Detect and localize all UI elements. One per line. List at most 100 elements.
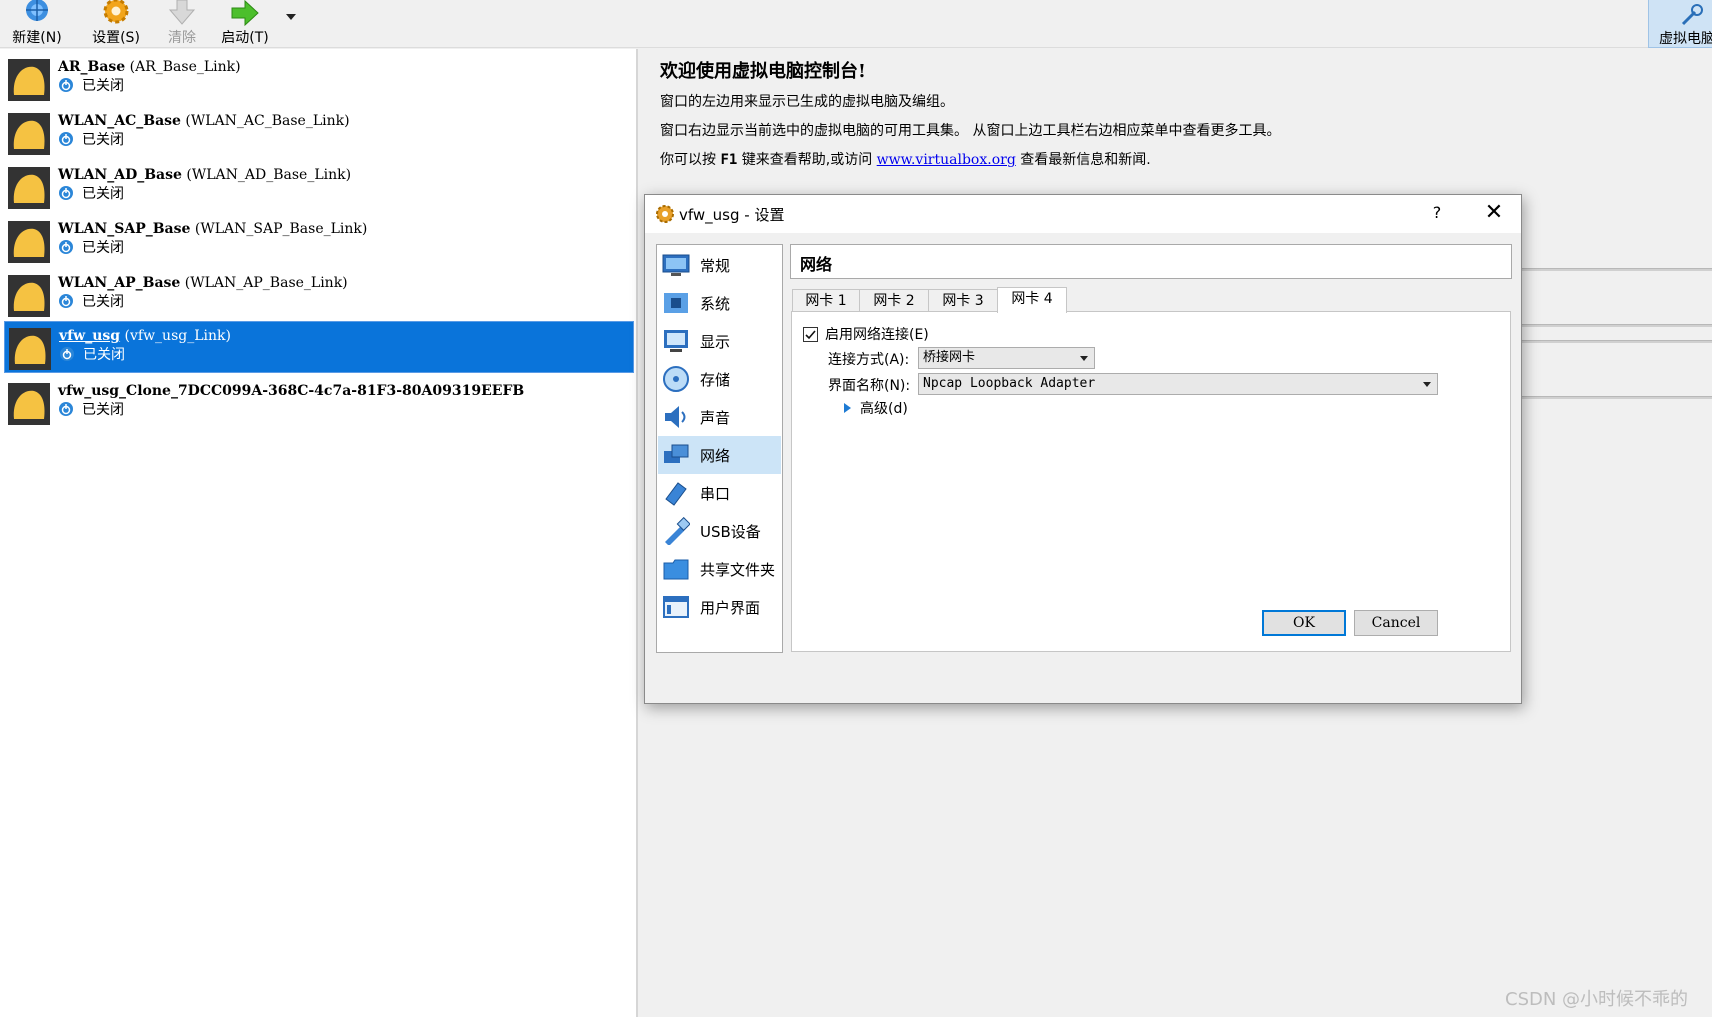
vm-state: 已关闭: [59, 344, 125, 364]
main-toolbar: 新建(N) 设置(S) 清除 启动(T) 虚拟电脑: [0, 0, 1712, 48]
welcome-line-1: 窗口的左边用来显示已生成的虚拟电脑及编组。: [660, 94, 954, 110]
vm-os-icon: [8, 275, 50, 317]
category-system[interactable]: 系统: [658, 284, 781, 322]
welcome-title: 欢迎使用虚拟电脑控制台!: [660, 61, 866, 82]
discard-button[interactable]: 清除: [160, 0, 204, 48]
watermark: CSDN @小时候不乖的: [1505, 989, 1689, 1010]
power-off-icon: [59, 294, 73, 308]
discard-arrow-icon: [168, 0, 196, 25]
enable-network-row: 启用网络连接(E): [803, 324, 929, 344]
vm-name: vfw_usg_Clone_7DCC099A-368C-4c7a-81F3-80…: [58, 383, 525, 399]
category-audio[interactable]: 声音: [658, 398, 781, 436]
chevron-down-icon: [1423, 382, 1431, 387]
advanced-toggle[interactable]: 高级(d): [844, 398, 908, 418]
general-monitor-icon: [662, 254, 690, 276]
user-interface-icon: [663, 596, 689, 618]
settings-button[interactable]: 设置(S): [86, 0, 146, 48]
serial-port-icon: [665, 482, 687, 506]
vm-os-icon: [8, 167, 50, 209]
start-button[interactable]: 启动(T): [216, 0, 274, 48]
category-usb[interactable]: USB设备: [658, 512, 781, 550]
interface-name-select[interactable]: Npcap Loopback Adapter: [918, 373, 1438, 395]
start-arrow-icon: [231, 0, 259, 27]
dialog-title: vfw_usg - 设置: [679, 206, 785, 224]
category-serial-ports[interactable]: 串口: [658, 474, 781, 512]
background-divider: [1518, 268, 1712, 271]
virtualbox-link[interactable]: www.virtualbox.org: [877, 152, 1016, 168]
vm-name: WLAN_SAP_Base (WLAN_SAP_Base_Link): [58, 221, 368, 237]
vm-name: WLAN_AD_Base (WLAN_AD_Base_Link): [58, 167, 352, 183]
wrench-icon: [1681, 4, 1703, 26]
power-off-icon: [59, 186, 73, 200]
start-dropdown-icon[interactable]: [286, 14, 296, 20]
settings-dialog: vfw_usg - 设置 ? ✕ 常规 系统 显示 存储 声音 网络 串口 US…: [644, 194, 1522, 704]
vm-os-icon: [8, 383, 50, 425]
page-title: 网络: [800, 255, 833, 274]
machine-tools-label: 虚拟电脑: [1659, 31, 1712, 47]
power-off-icon: [59, 132, 73, 146]
tab-adapter-4[interactable]: 网卡 4: [997, 287, 1067, 313]
vm-state: 已关闭: [58, 291, 124, 311]
vm-state: 已关闭: [58, 183, 124, 203]
chevron-down-icon: [1080, 356, 1088, 361]
category-general[interactable]: 常规: [658, 246, 781, 284]
category-user-interface[interactable]: 用户界面: [658, 588, 781, 626]
vm-state: 已关闭: [58, 75, 124, 95]
tab-adapter-3[interactable]: 网卡 3: [928, 289, 998, 312]
vm-os-icon: [8, 59, 50, 101]
gear-icon: [103, 0, 129, 24]
background-divider: [1518, 324, 1712, 327]
dialog-titlebar[interactable]: vfw_usg - 设置 ? ✕: [645, 195, 1521, 233]
attach-mode-label: 连接方式(A):: [828, 352, 910, 368]
adapter-panel: 启用网络连接(E) 连接方式(A): 桥接网卡 界面名称(N): Npcap L…: [791, 311, 1511, 652]
speaker-icon: [665, 406, 686, 428]
category-display[interactable]: 显示: [658, 322, 781, 360]
ok-button[interactable]: OK: [1262, 610, 1346, 636]
attach-mode-select[interactable]: 桥接网卡: [918, 347, 1095, 369]
enable-network-checkbox[interactable]: [803, 326, 818, 342]
vm-list: AR_Base (AR_Base_Link) 已关闭 WLAN_AC_Base …: [0, 49, 638, 1017]
vm-name: WLAN_AP_Base (WLAN_AP_Base_Link): [58, 275, 348, 291]
tab-adapter-1[interactable]: 网卡 1: [792, 289, 860, 312]
vm-state: 已关闭: [58, 237, 124, 257]
machine-tools-button[interactable]: 虚拟电脑: [1648, 0, 1712, 48]
vm-item-vfw-usg[interactable]: vfw_usg (vfw_usg_Link) 已关闭: [4, 321, 634, 373]
power-off-icon: [59, 78, 73, 92]
advanced-label: 高级(d): [860, 401, 908, 417]
vm-name: vfw_usg (vfw_usg_Link): [59, 328, 231, 344]
category-shared-folders[interactable]: 共享文件夹: [658, 550, 781, 588]
power-off-icon: [59, 240, 73, 254]
vm-item-wlan-ad-base[interactable]: WLAN_AD_Base (WLAN_AD_Base_Link) 已关闭: [4, 161, 634, 213]
expand-arrow-icon: [844, 403, 851, 413]
f1-key: F1: [720, 152, 738, 168]
vm-item-vfw-usg-clone[interactable]: vfw_usg_Clone_7DCC099A-368C-4c7a-81F3-80…: [4, 377, 634, 429]
help-button[interactable]: ?: [1425, 201, 1449, 225]
vm-item-wlan-ac-base[interactable]: WLAN_AC_Base (WLAN_AC_Base_Link) 已关闭: [4, 107, 634, 159]
vm-state: 已关闭: [58, 399, 124, 419]
new-vm-button[interactable]: 新建(N): [8, 0, 66, 48]
shared-folder-icon: [663, 559, 689, 580]
cancel-button[interactable]: Cancel: [1354, 610, 1438, 636]
welcome-line-3: 你可以按 F1 键来查看帮助,或访问 www.virtualbox.org 查看…: [660, 152, 1151, 168]
vm-item-wlan-ap-base[interactable]: WLAN_AP_Base (WLAN_AP_Base_Link) 已关闭: [4, 269, 634, 321]
background-divider: [1518, 396, 1712, 399]
new-vm-label: 新建(N): [12, 30, 62, 46]
close-icon[interactable]: ✕: [1481, 200, 1507, 226]
vm-os-icon: [9, 328, 51, 370]
category-network[interactable]: 网络: [658, 436, 781, 474]
vm-item-wlan-sap-base[interactable]: WLAN_SAP_Base (WLAN_SAP_Base_Link) 已关闭: [4, 215, 634, 267]
background-divider: [1518, 340, 1712, 343]
tab-adapter-2[interactable]: 网卡 2: [859, 289, 929, 312]
vm-state: 已关闭: [58, 129, 124, 149]
discard-label: 清除: [168, 30, 196, 46]
interface-name-label: 界面名称(N):: [828, 378, 911, 394]
display-icon: [664, 330, 688, 352]
category-storage[interactable]: 存储: [658, 360, 781, 398]
page-title-box: 网络: [790, 244, 1512, 279]
network-icon: [664, 444, 689, 463]
power-off-icon: [60, 347, 74, 361]
vm-name: WLAN_AC_Base (WLAN_AC_Base_Link): [58, 113, 350, 129]
power-off-icon: [59, 402, 73, 416]
vm-item-ar-base[interactable]: AR_Base (AR_Base_Link) 已关闭: [4, 53, 634, 105]
settings-category-list: 常规 系统 显示 存储 声音 网络 串口 USB设备 共享文件夹 用户界面: [656, 244, 783, 653]
